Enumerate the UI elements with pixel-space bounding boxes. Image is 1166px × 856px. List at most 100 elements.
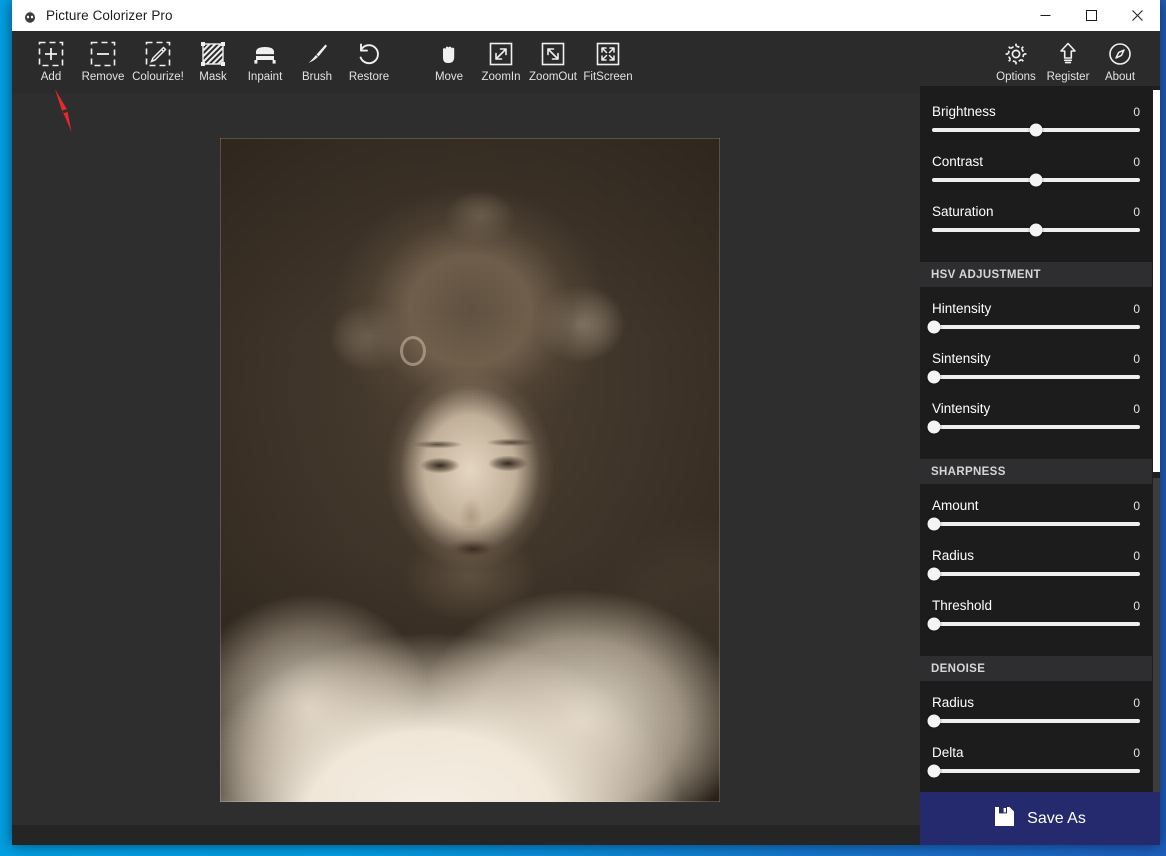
window-title: Picture Colorizer Pro xyxy=(46,8,173,23)
save-as-button[interactable]: Save As xyxy=(920,792,1160,845)
minimize-button[interactable] xyxy=(1022,0,1068,31)
section-sharpness-body: Amount 0 Radius 0 Threshold 0 xyxy=(920,484,1152,656)
close-button[interactable] xyxy=(1114,0,1160,31)
toolbar-label-zoom-in: ZoomIn xyxy=(481,71,521,83)
slider-brightness-value: 0 xyxy=(1133,105,1140,119)
slider-sharpness-radius-track[interactable] xyxy=(927,567,1140,581)
slider-denoise-radius-thumb[interactable] xyxy=(927,714,941,728)
toolbar-button-zoom-out[interactable]: ZoomOut xyxy=(527,31,579,83)
slider-denoise-delta-label: Delta xyxy=(932,745,964,760)
slider-denoise-radius[interactable]: Radius 0 xyxy=(920,691,1152,741)
slider-denoise-radius-track[interactable] xyxy=(927,714,1140,728)
fit-screen-icon xyxy=(595,40,621,68)
compass-icon xyxy=(1107,40,1133,68)
slider-contrast-thumb[interactable] xyxy=(1029,173,1043,187)
panel-scrollbar-track[interactable] xyxy=(1153,478,1160,808)
slider-sintensity-value: 0 xyxy=(1133,352,1140,366)
slider-hintensity-head: Hintensity 0 xyxy=(932,301,1140,316)
zoom-in-icon xyxy=(488,40,514,68)
slider-sharpness-threshold[interactable]: Threshold 0 xyxy=(920,594,1152,644)
slider-sharpness-radius-head: Radius 0 xyxy=(932,548,1140,563)
application-window: Picture Colorizer Pro Add Remove Colouri… xyxy=(12,0,1160,845)
slider-contrast[interactable]: Contrast 0 xyxy=(920,150,1152,200)
slider-sharpness-radius-thumb[interactable] xyxy=(927,567,941,581)
toolbar-label-colourize: Colourize! xyxy=(132,71,184,83)
slider-sharpness-threshold-value: 0 xyxy=(1133,599,1140,613)
slider-vintensity[interactable]: Vintensity 0 xyxy=(920,397,1152,447)
panel-scrollbar-thumb[interactable] xyxy=(1153,90,1160,472)
toolbar-button-colourize[interactable]: Colourize! xyxy=(129,31,187,83)
toolbar-button-remove[interactable]: Remove xyxy=(77,31,129,83)
adjustments-scroll-viewport: Brightness 0 Contrast 0 Saturation 0 HSV… xyxy=(920,86,1152,845)
toolbar-button-fit-screen[interactable]: FitScreen xyxy=(579,31,637,83)
panel-scrollbar[interactable] xyxy=(1152,86,1160,845)
slider-denoise-delta[interactable]: Delta 0 xyxy=(920,741,1152,791)
maximize-button[interactable] xyxy=(1068,0,1114,31)
section-header-hsv: HSV ADJUSTMENT xyxy=(920,262,1152,287)
slider-sintensity-thumb[interactable] xyxy=(927,370,941,384)
slider-denoise-delta-thumb[interactable] xyxy=(927,764,941,778)
loaded-photo[interactable] xyxy=(220,138,720,802)
slider-sharpness-threshold-thumb[interactable] xyxy=(927,617,941,631)
toolbar-label-zoom-out: ZoomOut xyxy=(529,71,577,83)
adjustments-panel: Brightness 0 Contrast 0 Saturation 0 HSV… xyxy=(920,86,1160,845)
slider-brightness-track[interactable] xyxy=(932,123,1140,137)
slider-sharpness-threshold-head: Threshold 0 xyxy=(932,598,1140,613)
toolbar-button-register[interactable]: Register xyxy=(1042,31,1094,83)
slider-hintensity-value: 0 xyxy=(1133,302,1140,316)
toolbar-button-inpaint[interactable]: Inpaint xyxy=(239,31,291,83)
slider-hintensity-thumb[interactable] xyxy=(927,320,941,334)
slider-sintensity-track[interactable] xyxy=(927,370,1140,384)
toolbar-button-options[interactable]: Options xyxy=(990,31,1042,83)
main-toolbar: Add Remove Colourize! Mask Inpaint Brush… xyxy=(12,31,1160,94)
image-canvas-area[interactable] xyxy=(12,94,920,825)
slider-vintensity-thumb[interactable] xyxy=(927,420,941,434)
slider-denoise-delta-track[interactable] xyxy=(927,764,1140,778)
slider-denoise-radius-label: Radius xyxy=(932,695,975,710)
slider-saturation-thumb[interactable] xyxy=(1029,223,1043,237)
colourize-icon xyxy=(145,40,171,68)
slider-saturation-value: 0 xyxy=(1133,205,1140,219)
slider-vintensity-head: Vintensity 0 xyxy=(932,401,1140,416)
slider-hintensity-track[interactable] xyxy=(927,320,1140,334)
status-bar xyxy=(12,825,920,845)
slider-sharpness-amount-thumb[interactable] xyxy=(927,517,941,531)
toolbar-group-app: Options Register About xyxy=(990,31,1146,83)
slider-hintensity[interactable]: Hintensity 0 xyxy=(920,297,1152,347)
slider-vintensity-value: 0 xyxy=(1133,402,1140,416)
slider-vintensity-track[interactable] xyxy=(927,420,1140,434)
slider-saturation[interactable]: Saturation 0 xyxy=(920,200,1152,250)
toolbar-button-move[interactable]: Move xyxy=(423,31,475,83)
floppy-save-icon xyxy=(994,806,1015,832)
toolbar-button-zoom-in[interactable]: ZoomIn xyxy=(475,31,527,83)
move-hand-icon xyxy=(436,40,462,68)
toolbar-label-fit-screen: FitScreen xyxy=(583,71,633,83)
toolbar-button-restore[interactable]: Restore xyxy=(343,31,395,83)
slider-hintensity-label: Hintensity xyxy=(932,301,992,316)
section-hsv-body: Hintensity 0 Sintensity 0 Vintensity 0 xyxy=(920,287,1152,459)
slider-saturation-track[interactable] xyxy=(932,223,1140,237)
toolbar-button-add[interactable]: Add xyxy=(25,31,77,83)
title-bar: Picture Colorizer Pro xyxy=(12,0,1160,31)
toolbar-label-about: About xyxy=(1104,71,1136,83)
register-upload-icon xyxy=(1055,40,1081,68)
slider-sharpness-amount-track[interactable] xyxy=(927,517,1140,531)
slider-contrast-track[interactable] xyxy=(932,173,1140,187)
slider-brightness[interactable]: Brightness 0 xyxy=(920,100,1152,150)
zoom-out-icon xyxy=(540,40,566,68)
toolbar-button-mask[interactable]: Mask xyxy=(187,31,239,83)
toolbar-label-inpaint: Inpaint xyxy=(247,71,283,83)
toolbar-label-brush: Brush xyxy=(301,71,333,83)
photo-film-grain xyxy=(220,138,720,802)
slider-sintensity[interactable]: Sintensity 0 xyxy=(920,347,1152,397)
slider-sharpness-threshold-track[interactable] xyxy=(927,617,1140,631)
app-logo-icon xyxy=(22,8,38,24)
toolbar-button-about[interactable]: About xyxy=(1094,31,1146,83)
slider-sharpness-amount[interactable]: Amount 0 xyxy=(920,494,1152,544)
slider-brightness-head: Brightness 0 xyxy=(932,104,1140,119)
toolbar-button-brush[interactable]: Brush xyxy=(291,31,343,83)
save-as-label: Save As xyxy=(1027,809,1086,827)
slider-brightness-thumb[interactable] xyxy=(1029,123,1043,137)
slider-contrast-value: 0 xyxy=(1133,155,1140,169)
slider-sharpness-radius[interactable]: Radius 0 xyxy=(920,544,1152,594)
